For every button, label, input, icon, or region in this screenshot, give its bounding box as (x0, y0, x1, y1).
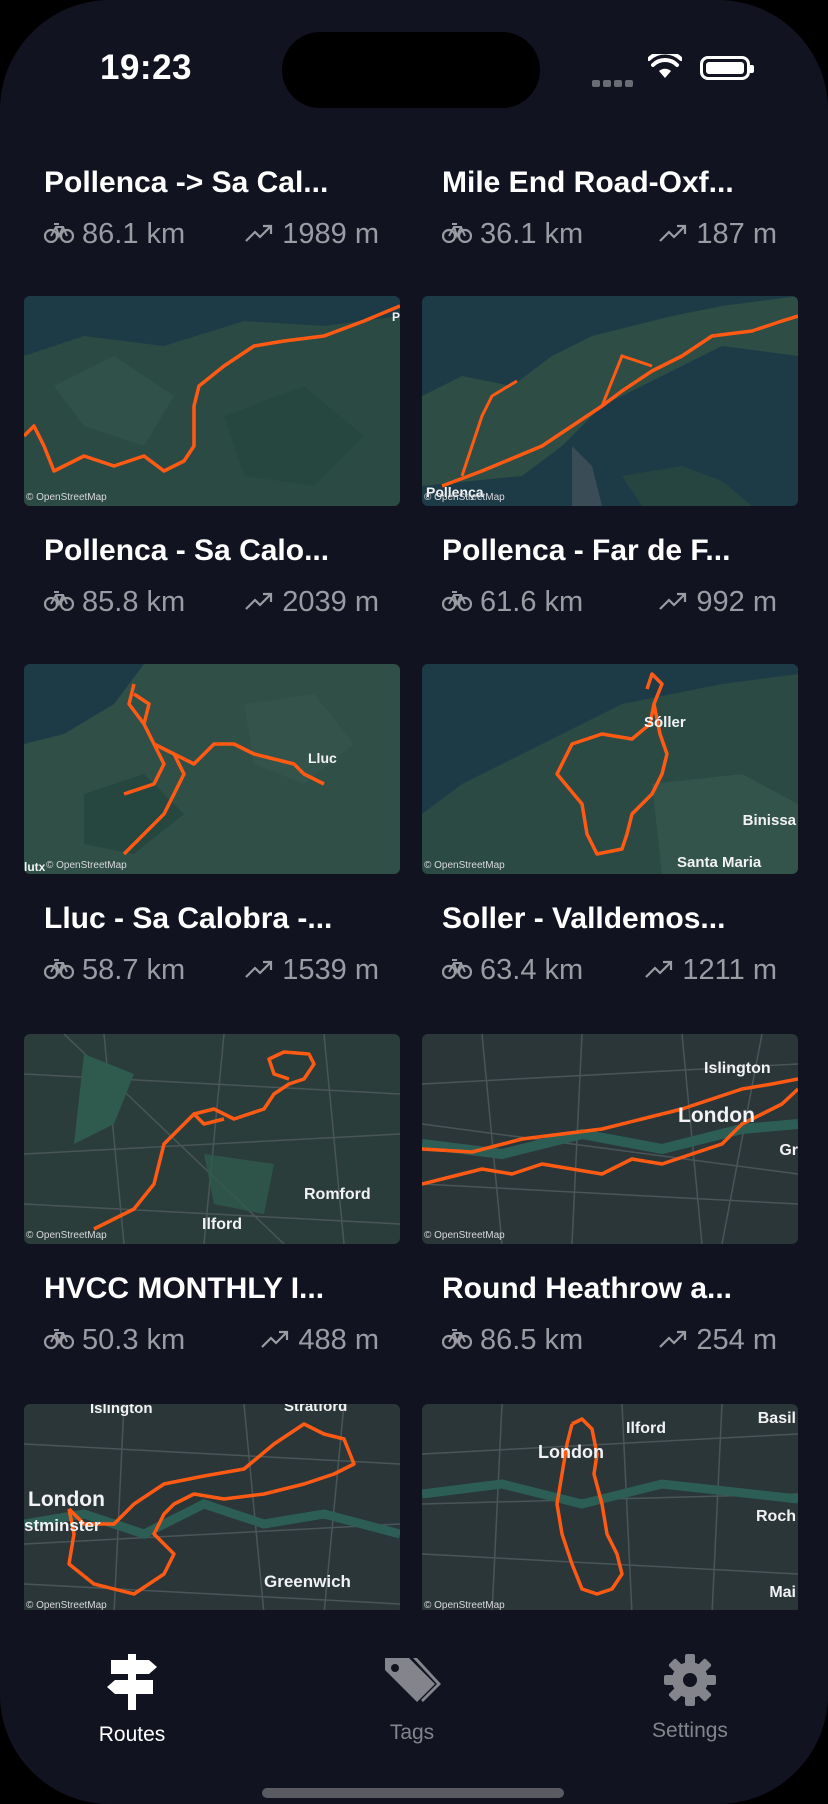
map-label: Gr (779, 1142, 798, 1159)
route-distance: 50.3 km (82, 1324, 186, 1356)
route-stats: 61.6 km 992 m (441, 586, 777, 620)
route-map: Basil Ilford London Roch Mai © OpenStree… (422, 1404, 798, 1610)
elevation-icon (260, 1324, 290, 1357)
route-stats: 85.8 km 2039 m (43, 586, 379, 620)
elevation-icon (658, 218, 688, 251)
route-distance: 36.1 km (480, 218, 584, 250)
home-indicator[interactable] (262, 1788, 564, 1798)
map-label: Santa Maria (677, 854, 762, 871)
elevation-icon (644, 954, 674, 987)
route-map: Romford Ilford © OpenStreetMap (24, 1034, 400, 1244)
map-attribution: © OpenStreetMap (26, 1600, 107, 1610)
route-elevation: 187 m (696, 218, 777, 250)
map-label: Basil (757, 1410, 796, 1427)
bicycle-icon (441, 954, 473, 987)
bicycle-icon (43, 954, 75, 987)
route-title: Pollenca -> Sa Cal... (44, 166, 329, 199)
elevation-icon (244, 954, 274, 987)
map-label: stminster (24, 1516, 101, 1535)
route-elevation: 992 m (696, 586, 777, 618)
map-label: Islington (704, 1060, 771, 1077)
route-title: HVCC MONTHLY I... (44, 1272, 325, 1305)
route-map: Sóller Binissa Santa Maria © OpenStreetM… (422, 664, 798, 874)
map-attribution: © OpenStreetMap (424, 860, 505, 871)
route-elevation: 254 m (696, 1324, 777, 1356)
route-distance: 61.6 km (480, 586, 584, 618)
map-attribution: © OpenStreetMap (26, 1230, 107, 1241)
elevation-icon (658, 586, 688, 619)
bicycle-icon (43, 1324, 75, 1357)
route-title: Pollenca - Far de F... (442, 534, 731, 567)
tab-settings[interactable]: Settings (610, 1652, 770, 1743)
bicycle-icon (43, 586, 75, 619)
route-stats: 63.4 km 1211 m (441, 954, 777, 988)
phone-screen: 19:23 Pollenca -> Sa Cal... 86.1 km 1989… (0, 0, 828, 1804)
route-distance: 63.4 km (480, 954, 584, 986)
map-label: lutx (24, 860, 46, 874)
route-stats: 86.1 km 1989 m (43, 218, 379, 252)
map-label: Binissa (742, 812, 796, 829)
route-title: Lluc - Sa Calobra -... (44, 902, 333, 935)
route-map: Lluc lutx © OpenStreetMap (24, 664, 400, 874)
map-attribution: © OpenStreetMap (424, 492, 505, 503)
signpost-icon (103, 1654, 161, 1716)
map-label: Stratford (284, 1404, 348, 1415)
tab-label: Tags (389, 1721, 435, 1744)
tab-label: Settings (652, 1719, 728, 1742)
tab-bar: Routes Tags Settings (0, 1612, 828, 1804)
elevation-icon (244, 218, 274, 251)
route-elevation: 1989 m (282, 218, 379, 250)
map-label: Greenwich (264, 1572, 351, 1591)
route-title: Soller - Valldemos... (442, 902, 726, 935)
map-label: Ilford (202, 1216, 242, 1233)
map-attribution: © OpenStreetMap (424, 1230, 505, 1241)
map-label: Roch (756, 1508, 796, 1525)
map-label: Islington (90, 1404, 153, 1417)
elevation-icon (244, 586, 274, 619)
map-attribution: © OpenStreetMap (26, 492, 107, 503)
map-label: P (391, 310, 400, 324)
map-attribution: © OpenStreetMap (424, 1600, 505, 1610)
route-map: Islington London Gr © OpenStreetMap (422, 1034, 798, 1244)
gear-icon (662, 1654, 718, 1712)
route-elevation: 488 m (298, 1324, 379, 1356)
map-label: Ilford (626, 1420, 666, 1437)
bicycle-icon (43, 218, 75, 251)
map-label: London (678, 1104, 755, 1127)
tab-routes[interactable]: Routes (52, 1652, 212, 1747)
map-label: Romford (304, 1186, 371, 1203)
route-distance: 58.7 km (82, 954, 186, 986)
map-label: London (28, 1488, 105, 1511)
route-map: Pollença © OpenStreetMap (422, 296, 798, 506)
route-distance: 85.8 km (82, 586, 186, 618)
map-label: Sóller (644, 714, 686, 731)
bicycle-icon (441, 218, 473, 251)
tab-tags[interactable]: Tags (332, 1652, 492, 1745)
map-label: Lluc (308, 750, 337, 766)
route-title: Mile End Road-Oxf... (442, 166, 734, 199)
bicycle-icon (441, 1324, 473, 1357)
route-title: Pollenca - Sa Calo... (44, 534, 330, 567)
route-map: Islington Stratford London stminster Gre… (24, 1404, 400, 1610)
route-elevation: 1211 m (682, 954, 777, 986)
map-label: London (538, 1442, 604, 1462)
route-title: Round Heathrow a... (442, 1272, 733, 1305)
bicycle-icon (441, 586, 473, 619)
route-stats: 58.7 km 1539 m (43, 954, 379, 988)
route-map: P © OpenStreetMap (24, 296, 400, 506)
elevation-icon (658, 1324, 688, 1357)
route-stats: 36.1 km 187 m (441, 218, 777, 252)
route-distance: 86.1 km (82, 218, 186, 250)
route-elevation: 2039 m (282, 586, 379, 618)
route-distance: 86.5 km (480, 1324, 584, 1356)
tab-label: Routes (98, 1723, 166, 1746)
tags-icon (381, 1658, 443, 1714)
map-label: Mai (769, 1584, 796, 1601)
route-stats: 50.3 km 488 m (43, 1324, 379, 1358)
routes-grid: Pollenca -> Sa Cal... 86.1 km 1989 m Mil… (0, 0, 828, 1610)
map-attribution: © OpenStreetMap (46, 860, 127, 871)
route-stats: 86.5 km 254 m (441, 1324, 777, 1358)
route-elevation: 1539 m (282, 954, 379, 986)
